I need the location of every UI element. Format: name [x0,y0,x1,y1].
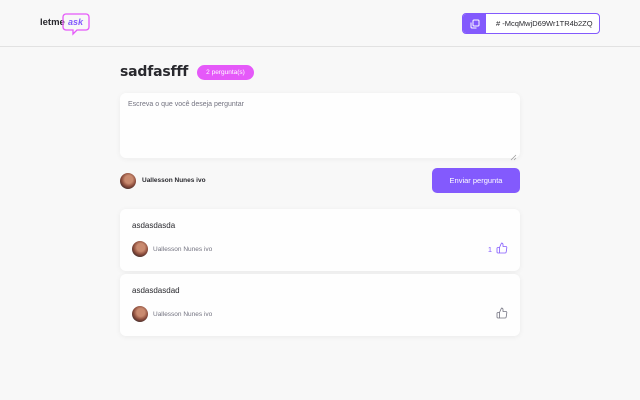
question-author-name: Uallesson Nunes ivo [153,310,213,318]
question-footer: Uallesson Nunes ivo [132,306,508,322]
avatar [132,241,148,257]
current-user-name: Uallesson Nunes ivo [142,177,206,184]
question-card: asdasdasda Uallesson Nunes ivo 1 [120,209,520,271]
copy-icon[interactable] [463,14,486,33]
like-icon [496,242,508,257]
question-input[interactable] [120,93,520,158]
letmeask-logo[interactable]: letme ask [40,12,92,36]
send-question-button[interactable]: Enviar pergunta [432,168,520,193]
like-icon [496,307,508,322]
question-count-badge: 2 pergunta(s) [197,64,254,80]
logo-text-ask: ask [68,17,84,27]
question-author-name: Uallesson Nunes ivo [153,245,213,253]
avatar [132,306,148,322]
room-code-button[interactable]: # -McqMwjD69Wr1TR4b2ZQ [462,13,600,34]
question-content: asdasdasdad [132,286,180,295]
room-code-text: # -McqMwjD69Wr1TR4b2ZQ [496,19,593,28]
question-card: asdasdasdad Uallesson Nunes ivo [120,274,520,336]
like-button[interactable]: 1 [488,242,508,257]
like-button[interactable] [492,307,508,322]
current-user-info: Uallesson Nunes ivo [120,172,206,189]
room-main: sadfasfff 2 pergunta(s) Uallesson Nunes … [120,62,520,336]
question-author: Uallesson Nunes ivo [132,241,212,257]
like-count: 1 [487,244,492,254]
question-footer: Uallesson Nunes ivo 1 [132,241,508,257]
question-form-footer: Uallesson Nunes ivo Enviar pergunta [120,168,520,193]
room-title-row: sadfasfff 2 pergunta(s) [120,62,520,82]
room-title: sadfasfff [120,64,189,80]
question-content: asdasdasda [132,221,176,230]
logo-text-letme: letme [40,17,65,28]
question-author: Uallesson Nunes ivo [132,306,212,322]
resize-grip-icon[interactable] [510,148,517,166]
page-header: letme ask # -McqMwjD69Wr1TR4b2ZQ [0,0,640,47]
avatar [120,172,136,189]
